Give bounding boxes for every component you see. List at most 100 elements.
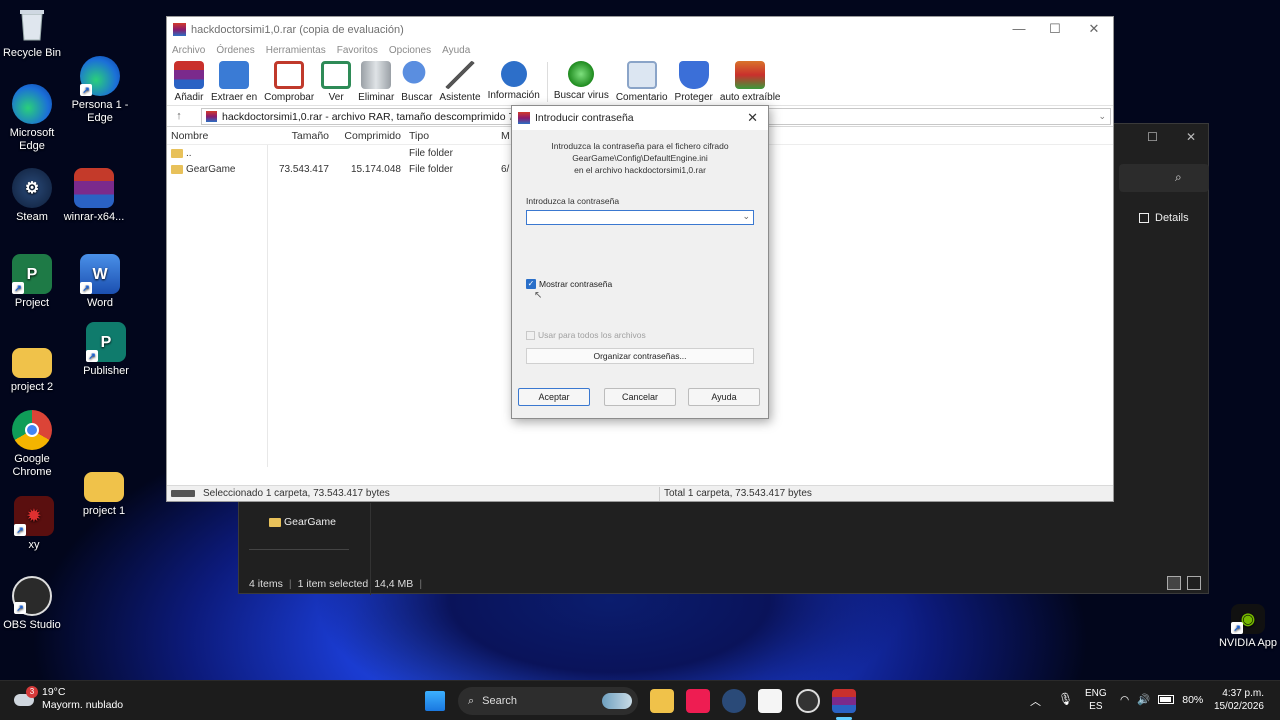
help-label: Ayuda bbox=[711, 392, 737, 402]
desktop-icon-recycle-bin[interactable]: Recycle Bin bbox=[0, 4, 64, 60]
weather-icon: 3 bbox=[14, 686, 38, 710]
cancel-button[interactable]: Cancelar bbox=[604, 388, 676, 406]
column-type[interactable]: Tipo bbox=[401, 130, 501, 142]
ok-label: Aceptar bbox=[538, 392, 570, 402]
obs-icon[interactable] bbox=[796, 689, 820, 713]
desktop-icon-nvidia[interactable]: ◉ ↗ NVIDIA App bbox=[1216, 604, 1280, 650]
close-icon[interactable]: ✕ bbox=[747, 110, 758, 126]
toolbar-label: Asistente bbox=[439, 92, 481, 103]
minimize-icon[interactable]: — bbox=[1001, 21, 1037, 36]
toolbar-view-button[interactable]: Ver bbox=[321, 58, 352, 103]
steam-icon[interactable] bbox=[722, 689, 746, 713]
desktop-icon-persona-edge[interactable]: ↗ Persona 1 - Edge bbox=[68, 56, 132, 125]
start-windows-icon[interactable] bbox=[425, 691, 445, 711]
toolbar-virus-scan-button[interactable]: Buscar virus bbox=[554, 58, 609, 101]
winrar-icon bbox=[74, 168, 114, 208]
chevron-down-icon[interactable]: ⌄ bbox=[742, 211, 750, 222]
toolbar-add-button[interactable]: Añadir bbox=[174, 58, 204, 103]
nav-tree-label: GearGame bbox=[284, 516, 336, 528]
clock-time: 4:37 p.m. bbox=[1222, 688, 1264, 699]
toolbar-extract-button[interactable]: Extraer en bbox=[211, 58, 257, 103]
tiles-view-icon[interactable] bbox=[1187, 576, 1201, 590]
toolbar-find-button[interactable]: Buscar bbox=[401, 58, 432, 103]
battery-percent: 80% bbox=[1182, 693, 1204, 706]
desktop-icon-word[interactable]: W ↗ Word bbox=[68, 254, 132, 310]
maximize-icon[interactable]: ☐ bbox=[1037, 21, 1073, 37]
toolbar-sfx-button[interactable]: auto extraíble bbox=[720, 58, 781, 103]
desktop-icon-steam[interactable]: ⚙ Steam bbox=[0, 168, 64, 224]
desktop-icon-label: winrar-x64... bbox=[63, 211, 125, 223]
details-button[interactable]: Details bbox=[1139, 212, 1189, 224]
ok-button[interactable]: Aceptar bbox=[518, 388, 590, 406]
desktop-icon-project[interactable]: P ↗ Project bbox=[0, 254, 64, 310]
maximize-icon[interactable]: ☐ bbox=[1147, 130, 1158, 144]
column-size[interactable]: Tamaño bbox=[277, 130, 329, 142]
microphone-icon[interactable]: 🎙 bbox=[1058, 692, 1073, 706]
store-icon[interactable] bbox=[758, 689, 782, 713]
close-icon[interactable]: ✕ bbox=[1076, 21, 1112, 37]
desktop-icon-project-2[interactable]: project 2 bbox=[0, 342, 64, 394]
dialog-title-bar: Introducir contraseña ✕ bbox=[512, 106, 768, 130]
help-button[interactable]: Ayuda bbox=[688, 388, 760, 406]
edge-icon bbox=[12, 84, 52, 124]
clock[interactable]: 4:37 p.m. 15/02/2026 bbox=[1210, 687, 1264, 713]
winrar-app-icon bbox=[206, 111, 217, 122]
project-icon: P ↗ bbox=[12, 254, 52, 294]
show-password-checkbox[interactable]: ✓ Mostrar contraseña bbox=[526, 279, 612, 289]
column-packed[interactable]: Comprimido bbox=[329, 130, 401, 142]
system-tray-status[interactable]: ◠ 🔊 80% bbox=[1120, 693, 1204, 707]
menu-archivo[interactable]: Archivo bbox=[172, 45, 205, 56]
search-icon[interactable]: ⌕ bbox=[1175, 170, 1182, 185]
menu-ayuda[interactable]: Ayuda bbox=[442, 45, 470, 56]
up-arrow-icon[interactable]: ↑ bbox=[167, 110, 191, 122]
toolbar-delete-button[interactable]: Eliminar bbox=[358, 58, 394, 103]
weather-temp: 19°C bbox=[42, 686, 66, 698]
toolbar-wizard-button[interactable]: Asistente bbox=[439, 58, 481, 103]
desktop-icon-chrome[interactable]: Google Chrome bbox=[0, 410, 64, 479]
toolbar-label: Añadir bbox=[174, 92, 204, 103]
column-modified[interactable]: M bbox=[501, 130, 511, 142]
menu-herramientas[interactable]: Herramientas bbox=[266, 45, 326, 56]
toolbar-label: Información bbox=[487, 90, 540, 101]
desktop-icon-edge[interactable]: Microsoft Edge bbox=[0, 84, 64, 153]
wizard-wand-icon bbox=[444, 61, 475, 89]
column-name[interactable]: Nombre bbox=[167, 130, 277, 142]
toolbar-info-button[interactable]: Información bbox=[488, 58, 540, 101]
desktop-icon-winrar[interactable]: winrar-x64... bbox=[62, 168, 126, 224]
winrar-icon[interactable] bbox=[832, 689, 856, 713]
chevron-down-icon[interactable]: ⌄ bbox=[1098, 111, 1106, 122]
weather-widget[interactable]: 3 19°C Mayorm. nublado bbox=[14, 686, 123, 712]
show-password-label: Mostrar contraseña bbox=[539, 279, 613, 289]
close-icon[interactable]: ✕ bbox=[1186, 130, 1196, 144]
shield-icon bbox=[678, 61, 709, 89]
organize-passwords-button[interactable]: Organizar contraseñas... bbox=[526, 348, 754, 364]
cancel-label: Cancelar bbox=[621, 392, 659, 402]
chevron-up-icon[interactable]: ︿ bbox=[1030, 693, 1041, 709]
toolbar-label: auto extraíble bbox=[719, 92, 781, 103]
taskbar-search[interactable]: ⌕ Search bbox=[458, 687, 638, 715]
trash-icon bbox=[361, 61, 392, 89]
desktop-icon-obs[interactable]: ↗ OBS Studio bbox=[0, 576, 64, 632]
comment-icon bbox=[626, 61, 657, 89]
toolbar-comment-button[interactable]: Comentario bbox=[616, 58, 668, 103]
nav-tree-item[interactable]: GearGame bbox=[269, 516, 336, 528]
desktop-icon-project-1[interactable]: project 1 bbox=[72, 466, 136, 518]
tiktok-icon[interactable] bbox=[686, 689, 710, 713]
language-indicator[interactable]: ENG ES bbox=[1085, 687, 1107, 713]
status-item-count: 4 items bbox=[249, 578, 283, 590]
desktop-icon-label: project 1 bbox=[82, 505, 126, 517]
menu-opciones[interactable]: Opciones bbox=[389, 45, 431, 56]
toolbar-test-button[interactable]: Comprobar bbox=[264, 58, 314, 103]
menu-favoritos[interactable]: Favoritos bbox=[337, 45, 378, 56]
details-view-icon[interactable] bbox=[1167, 576, 1181, 590]
password-input[interactable]: ⌄ bbox=[526, 210, 754, 225]
winrar-app-icon bbox=[518, 112, 530, 124]
desktop-icon-label: Recycle Bin bbox=[2, 47, 62, 59]
archive-path-text: hackdoctorsimi1,0.rar - archivo RAR, tam… bbox=[222, 110, 529, 123]
file-explorer-icon[interactable] bbox=[650, 689, 674, 713]
menu-ordenes[interactable]: Órdenes bbox=[216, 45, 254, 56]
desktop-icon-xy[interactable]: ✹ ↗ xy bbox=[2, 496, 66, 552]
toolbar-protect-button[interactable]: Proteger bbox=[675, 58, 713, 103]
toolbar-label: Proteger bbox=[674, 92, 713, 103]
desktop-icon-publisher[interactable]: P ↗ Publisher bbox=[74, 322, 138, 378]
